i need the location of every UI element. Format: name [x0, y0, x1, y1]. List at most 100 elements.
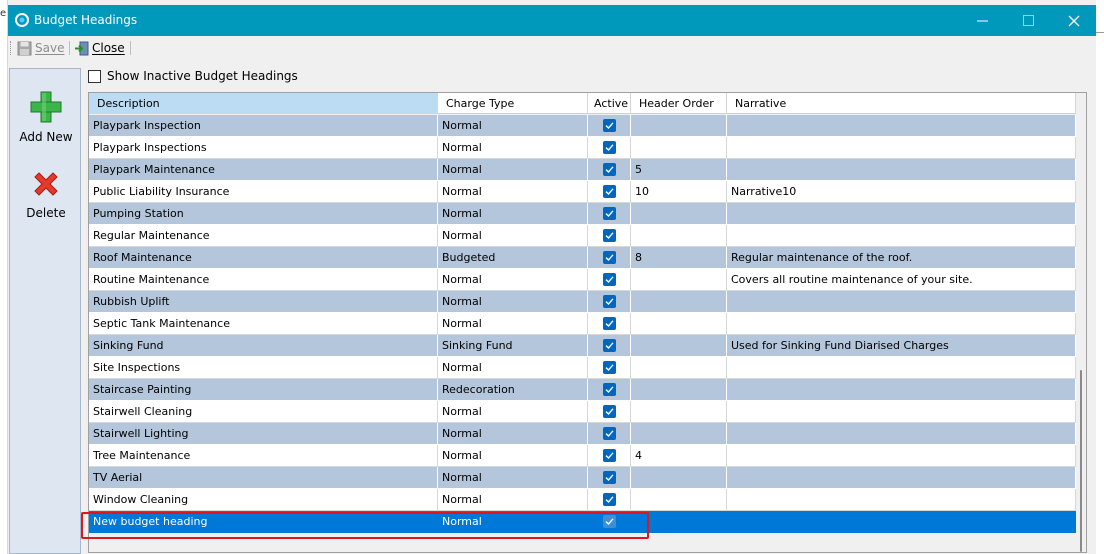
table-row[interactable]: Site Inspections Normal	[89, 357, 1076, 379]
active-checkbox[interactable]	[602, 405, 616, 418]
cell-charge-type[interactable]: Sinking Fund	[438, 335, 588, 357]
cell-charge-type[interactable]: Normal	[438, 467, 588, 489]
table-row[interactable]: Stairwell Cleaning Normal	[89, 401, 1076, 423]
cell-active[interactable]	[588, 445, 631, 467]
cell-narrative[interactable]	[727, 511, 1076, 533]
cell-charge-type[interactable]: Normal	[438, 115, 588, 137]
cell-charge-type[interactable]: Normal	[438, 137, 588, 159]
cell-active[interactable]	[588, 489, 631, 511]
cell-narrative[interactable]	[727, 445, 1076, 467]
window-close-button[interactable]	[1051, 5, 1097, 36]
cell-active[interactable]	[588, 335, 631, 357]
close-button[interactable]: Close	[74, 38, 125, 58]
cell-header-order[interactable]: 8	[631, 247, 727, 269]
active-checkbox[interactable]	[602, 141, 616, 154]
cell-narrative[interactable]: Used for Sinking Fund Diarised Charges	[727, 335, 1076, 357]
title-bar[interactable]: Budget Headings	[8, 5, 1096, 36]
table-row[interactable]: Regular Maintenance Normal	[89, 225, 1076, 247]
cell-header-order[interactable]	[631, 313, 727, 335]
table-row[interactable]: Playpark Inspection Normal	[89, 115, 1076, 137]
cell-charge-type[interactable]: Redecoration	[438, 379, 588, 401]
active-checkbox[interactable]	[602, 229, 616, 242]
table-row[interactable]: Public Liability Insurance Normal 10 Narrat…	[89, 181, 1076, 203]
column-header-active[interactable]: Active	[588, 93, 631, 114]
cell-header-order[interactable]	[631, 489, 727, 511]
cell-header-order[interactable]	[631, 357, 727, 379]
cell-description[interactable]: TV Aerial	[89, 467, 438, 489]
table-row[interactable]: Staircase Painting Redecoration	[89, 379, 1076, 401]
table-row[interactable]: Roof Maintenance Budgeted 8 Regular mainten…	[89, 247, 1076, 269]
cell-charge-type[interactable]: Budgeted	[438, 247, 588, 269]
table-row[interactable]: Tree Maintenance Normal 4	[89, 445, 1076, 467]
active-checkbox[interactable]	[602, 317, 616, 330]
cell-charge-type[interactable]: Normal	[438, 423, 588, 445]
cell-charge-type[interactable]: Normal	[438, 401, 588, 423]
cell-charge-type[interactable]: Normal	[438, 203, 588, 225]
cell-active[interactable]	[588, 203, 631, 225]
active-checkbox[interactable]	[602, 427, 616, 440]
cell-narrative[interactable]	[727, 357, 1076, 379]
cell-narrative[interactable]	[727, 489, 1076, 511]
cell-active[interactable]	[588, 247, 631, 269]
scrollbar-thumb[interactable]	[1080, 370, 1082, 552]
cell-description[interactable]: Playpark Maintenance	[89, 159, 438, 181]
cell-narrative[interactable]: Covers all routine maintenance of your s…	[727, 269, 1076, 291]
cell-header-order[interactable]	[631, 467, 727, 489]
cell-header-order[interactable]	[631, 379, 727, 401]
cell-narrative[interactable]	[727, 159, 1076, 181]
cell-description[interactable]: Stairwell Cleaning	[89, 401, 438, 423]
cell-header-order[interactable]	[631, 203, 727, 225]
cell-header-order[interactable]	[631, 291, 727, 313]
table-row[interactable]: Septic Tank Maintenance Normal	[89, 313, 1076, 335]
cell-active[interactable]	[588, 291, 631, 313]
cell-description[interactable]: Septic Tank Maintenance	[89, 313, 438, 335]
table-row[interactable]: Sinking Fund Sinking Fund Used for Sinking…	[89, 335, 1076, 357]
active-checkbox[interactable]	[602, 207, 616, 220]
active-checkbox[interactable]	[602, 295, 616, 308]
cell-narrative[interactable]	[727, 225, 1076, 247]
cell-narrative[interactable]	[727, 467, 1076, 489]
show-inactive-checkbox-box[interactable]	[88, 69, 101, 83]
cell-active[interactable]	[588, 181, 631, 203]
table-row[interactable]: Routine Maintenance Normal Covers all rout…	[89, 269, 1076, 291]
cell-charge-type[interactable]: Normal	[438, 269, 588, 291]
cell-header-order[interactable]: 5	[631, 159, 727, 181]
cell-narrative[interactable]	[727, 203, 1076, 225]
active-checkbox[interactable]	[602, 273, 616, 286]
active-checkbox[interactable]	[602, 339, 616, 352]
cell-header-order[interactable]	[631, 115, 727, 137]
cell-header-order[interactable]	[631, 401, 727, 423]
cell-header-order[interactable]	[631, 137, 727, 159]
vertical-scrollbar[interactable]	[1076, 93, 1086, 552]
cell-description[interactable]: Tree Maintenance	[89, 445, 438, 467]
minimize-button[interactable]	[959, 5, 1005, 36]
cell-narrative[interactable]	[727, 313, 1076, 335]
cell-narrative[interactable]	[727, 115, 1076, 137]
cell-description[interactable]: Sinking Fund	[89, 335, 438, 357]
cell-active[interactable]	[588, 313, 631, 335]
cell-description[interactable]: Rubbish Uplift	[89, 291, 438, 313]
active-checkbox[interactable]	[602, 383, 616, 396]
cell-header-order[interactable]	[631, 335, 727, 357]
show-inactive-checkbox[interactable]: Show Inactive Budget Headings	[88, 68, 298, 84]
cell-header-order[interactable]	[631, 269, 727, 291]
cell-charge-type[interactable]: Normal	[438, 357, 588, 379]
cell-narrative[interactable]	[727, 379, 1076, 401]
active-checkbox[interactable]	[602, 493, 616, 506]
cell-description[interactable]: Playpark Inspections	[89, 137, 438, 159]
active-checkbox[interactable]	[602, 185, 616, 198]
cell-narrative[interactable]	[727, 401, 1076, 423]
cell-header-order[interactable]	[631, 225, 727, 247]
cell-description[interactable]: Stairwell Lighting	[89, 423, 438, 445]
cell-narrative[interactable]: Narrative10	[727, 181, 1076, 203]
cell-active[interactable]	[588, 269, 631, 291]
cell-active[interactable]	[588, 423, 631, 445]
cell-description[interactable]: Playpark Inspection	[89, 115, 438, 137]
active-checkbox[interactable]	[602, 251, 616, 264]
cell-active[interactable]	[588, 467, 631, 489]
cell-description[interactable]: Site Inspections	[89, 357, 438, 379]
cell-active[interactable]	[588, 379, 631, 401]
active-checkbox[interactable]	[602, 163, 616, 176]
table-row[interactable]: Rubbish Uplift Normal	[89, 291, 1076, 313]
cell-charge-type[interactable]: Normal	[438, 489, 588, 511]
